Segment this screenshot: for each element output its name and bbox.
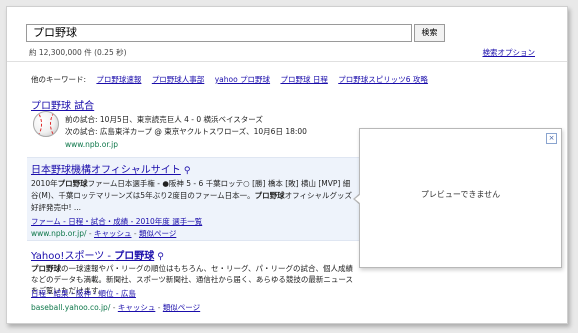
close-icon[interactable]: × bbox=[546, 133, 557, 144]
result-yahoo: Yahoo!スポーツ - プロ野球 ⚲ プロ野球の一球速報やパ・リーグの順位はもち… bbox=[31, 247, 361, 312]
related-keywords: 他のキーワード: プロ野球速報 プロ野球人事部 yahoo プロ野球 プロ野球 … bbox=[31, 74, 428, 85]
snippet-bold: プロ野球 bbox=[57, 179, 88, 188]
related-link-4[interactable]: プロ野球 日程 bbox=[280, 75, 327, 84]
result-npb: 日本野球機構オフィシャルサイト ⚲ 2010年プロ野球ファーム日本選手権 - ●阪… bbox=[27, 157, 361, 241]
related-link-2[interactable]: プロ野球人事部 bbox=[152, 75, 205, 84]
preview-pane: × プレビューできません bbox=[359, 128, 562, 268]
result-count: 約 12,300,000 件 (0.25 秒) bbox=[29, 48, 127, 57]
title-bold: プロ野球 bbox=[114, 251, 155, 262]
search-input[interactable]: プロ野球 bbox=[26, 24, 412, 42]
prev-game: 前の試合: 10月5日、東京読売巨人 4 - 0 横浜ベイスターズ bbox=[65, 115, 263, 124]
result-snippet: 2010年プロ野球ファーム日本選手権 - ●阪神 5 - 6 千葉ロッテ○ [勝… bbox=[31, 178, 357, 214]
cache-link[interactable]: キャッシュ bbox=[94, 229, 132, 238]
related-link-5[interactable]: プロ野球スピリッツ6 攻略 bbox=[338, 75, 428, 84]
search-results-page: プロ野球 検索 約 12,300,000 件 (0.25 秒) 検索オプション … bbox=[6, 6, 568, 324]
snippet-bold: プロ野球 bbox=[254, 191, 285, 200]
baseball-icon bbox=[33, 111, 59, 137]
result-title[interactable]: プロ野球 試合 bbox=[31, 101, 94, 112]
related-label: 他のキーワード: bbox=[31, 75, 87, 84]
related-link-3[interactable]: yahoo プロ野球 bbox=[215, 75, 270, 84]
snippet-bold: プロ野球 bbox=[31, 264, 61, 273]
game-info: 前の試合: 10月5日、東京読売巨人 4 - 0 横浜ベイスターズ 次の試合: … bbox=[65, 114, 307, 138]
cache-link[interactable]: キャッシュ bbox=[118, 303, 156, 312]
result-url: baseball.yahoo.co.jp/ bbox=[31, 303, 111, 312]
preview-message: プレビューできません bbox=[420, 190, 501, 199]
next-game: 次の試合: 広島東洋カープ @ 東京ヤクルトスワローズ、10月6日 18:00 bbox=[65, 127, 307, 136]
snippet-text: (M)、千葉ロッテマリーンズは5年ぶり2度目のファーム日本一。 bbox=[38, 191, 255, 200]
result-title-wrap: 日本野球機構オフィシャルサイト ⚲ bbox=[31, 161, 190, 176]
magnifier-icon[interactable]: ⚲ bbox=[184, 166, 191, 176]
divider bbox=[7, 61, 567, 62]
result-baseball-games: プロ野球 試合 前の試合: 10月5日、東京読売巨人 4 - 0 横浜ベイスター… bbox=[31, 97, 351, 149]
title-text: Yahoo!スポーツ - bbox=[31, 251, 115, 262]
result-url: www.npb.or.jp bbox=[65, 140, 118, 149]
result-title[interactable]: 日本野球機構オフィシャルサイト bbox=[31, 165, 181, 176]
preview-pointer-fill bbox=[355, 194, 361, 204]
similar-link[interactable]: 類似ページ bbox=[139, 229, 176, 238]
similar-link[interactable]: 類似ページ bbox=[163, 303, 200, 312]
result-url-line: www.npb.or.jp/ - キャッシュ - 類似ページ bbox=[31, 229, 177, 238]
result-title[interactable]: Yahoo!スポーツ - プロ野球 bbox=[31, 251, 154, 262]
result-url-line: baseball.yahoo.co.jp/ - キャッシュ - 類似ページ bbox=[31, 303, 201, 312]
result-title-wrap: Yahoo!スポーツ - プロ野球 ⚲ bbox=[31, 251, 164, 262]
search-button[interactable]: 検索 bbox=[414, 24, 445, 42]
related-link-1[interactable]: プロ野球速報 bbox=[96, 75, 141, 84]
search-options-link[interactable]: 検索オプション bbox=[483, 47, 536, 58]
result-url: www.npb.or.jp/ bbox=[31, 229, 87, 238]
magnifier-icon[interactable]: ⚲ bbox=[157, 252, 164, 262]
sitelinks[interactable]: ファーム - 日程・試合・成績 - 2010年度 選手一覧 bbox=[31, 216, 202, 227]
snippet-text: 2010年 bbox=[31, 179, 58, 188]
sitelinks[interactable]: 日程・結果 - 阪神 - 順位 - 広島 bbox=[31, 288, 136, 299]
